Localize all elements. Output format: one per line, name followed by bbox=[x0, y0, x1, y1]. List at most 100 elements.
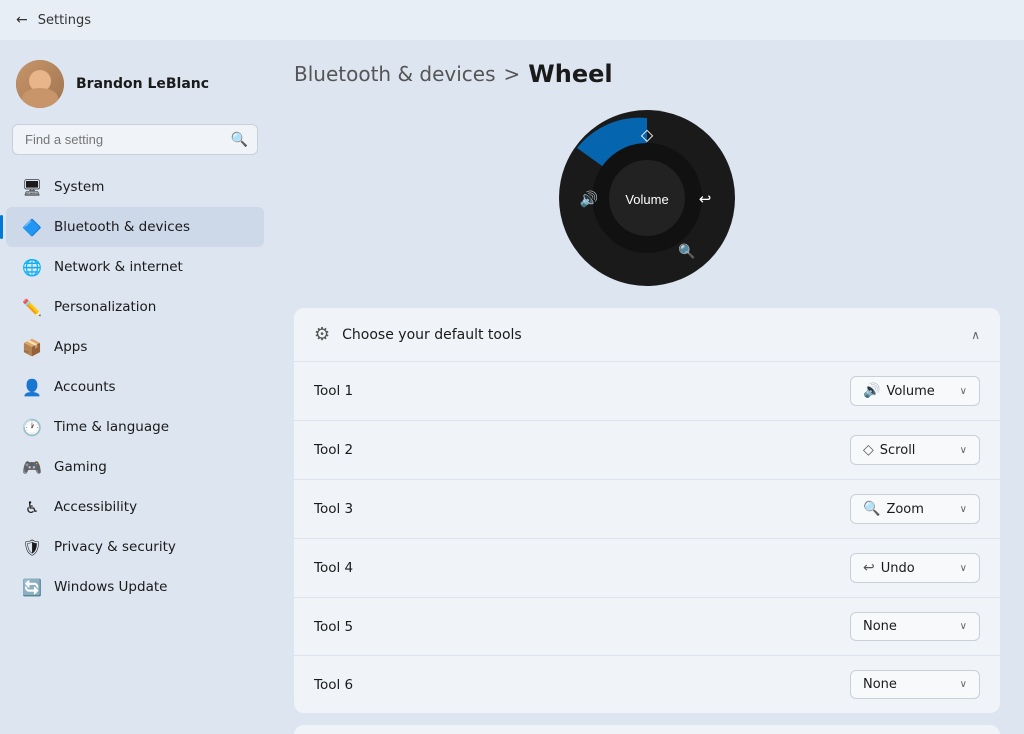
tool-4-select-inner: ↩ Undo bbox=[863, 560, 915, 576]
tool-2-label: Tool 2 bbox=[314, 442, 353, 458]
sidebar-item-apps[interactable]: 📦 Apps bbox=[6, 327, 264, 367]
tool-6-select[interactable]: None ∨ bbox=[850, 670, 980, 699]
sidebar-label-system: System bbox=[54, 179, 104, 195]
tools-card-header[interactable]: ⚙ Choose your default tools ∧ bbox=[294, 308, 1000, 361]
tool-5-label: Tool 5 bbox=[314, 619, 353, 635]
tool-4-chevron: ∨ bbox=[960, 563, 967, 574]
svg-text:🔍: 🔍 bbox=[678, 242, 695, 260]
sidebar-label-network: Network & internet bbox=[54, 259, 183, 275]
main-layout: Brandon LeBlanc 🔍 🖥 System 🔷 Bluetooth &… bbox=[0, 40, 1024, 734]
tool-5-value: None bbox=[863, 619, 897, 634]
tool-4-value: Undo bbox=[881, 561, 915, 576]
tools-card: ⚙ Choose your default tools ∧ Tool 1 🔊 V… bbox=[294, 308, 1000, 713]
tool-row-5: Tool 5 None ∨ bbox=[294, 597, 1000, 655]
tool-1-select-inner: 🔊 Volume bbox=[863, 383, 935, 399]
tool-4-label: Tool 4 bbox=[314, 560, 353, 576]
search-icon: 🔍 bbox=[231, 132, 248, 148]
sidebar: Brandon LeBlanc 🔍 🖥 System 🔷 Bluetooth &… bbox=[0, 40, 270, 734]
gaming-icon: 🎮 bbox=[22, 457, 42, 477]
sidebar-item-accessibility[interactable]: ♿ Accessibility bbox=[6, 487, 264, 527]
tool-6-value: None bbox=[863, 677, 897, 692]
personalization-icon: ✏️ bbox=[22, 297, 42, 317]
apps-icon: 📦 bbox=[22, 337, 42, 357]
sidebar-item-personalization[interactable]: ✏️ Personalization bbox=[6, 287, 264, 327]
tool-1-icon: 🔊 bbox=[863, 383, 880, 399]
tool-2-select-inner: ◇ Scroll bbox=[863, 442, 915, 458]
sidebar-item-gaming[interactable]: 🎮 Gaming bbox=[6, 447, 264, 487]
tool-2-icon: ◇ bbox=[863, 442, 874, 458]
tool-row-4: Tool 4 ↩ Undo ∨ bbox=[294, 538, 1000, 597]
tools-header-icon: ⚙ bbox=[314, 324, 330, 345]
content-area: Bluetooth & devices > Wheel Volume ◇ bbox=[270, 40, 1024, 734]
tool-4-select[interactable]: ↩ Undo ∨ bbox=[850, 553, 980, 583]
breadcrumb: Bluetooth & devices > Wheel bbox=[294, 60, 1000, 88]
user-name: Brandon LeBlanc bbox=[76, 76, 209, 92]
tool-2-value: Scroll bbox=[880, 443, 916, 458]
breadcrumb-separator: > bbox=[504, 62, 521, 86]
sidebar-item-windows-update[interactable]: 🔄 Windows Update bbox=[6, 567, 264, 607]
sidebar-item-accounts[interactable]: 👤 Accounts bbox=[6, 367, 264, 407]
bluetooth-icon: 🔷 bbox=[22, 217, 42, 237]
tool-2-select[interactable]: ◇ Scroll ∨ bbox=[850, 435, 980, 465]
sidebar-item-privacy[interactable]: 🛡 Privacy & security bbox=[6, 527, 264, 567]
tool-3-select-inner: 🔍 Zoom bbox=[863, 501, 924, 517]
sidebar-label-accounts: Accounts bbox=[54, 379, 116, 395]
sidebar-item-bluetooth[interactable]: 🔷 Bluetooth & devices bbox=[6, 207, 264, 247]
time-icon: 🕐 bbox=[22, 417, 42, 437]
sidebar-label-time: Time & language bbox=[54, 419, 169, 435]
tool-6-label: Tool 6 bbox=[314, 677, 353, 693]
wheel-svg: Volume ◇ 🔊 ↩ 🔍 bbox=[557, 108, 737, 288]
tool-5-select[interactable]: None ∨ bbox=[850, 612, 980, 641]
vibrate-card: Vibrate wheel when turning On bbox=[294, 725, 1000, 734]
accounts-icon: 👤 bbox=[22, 377, 42, 397]
tool-row-2: Tool 2 ◇ Scroll ∨ bbox=[294, 420, 1000, 479]
sidebar-label-windows-update: Windows Update bbox=[54, 579, 167, 595]
sidebar-label-gaming: Gaming bbox=[54, 459, 107, 475]
user-profile[interactable]: Brandon LeBlanc bbox=[0, 52, 270, 124]
svg-text:Volume: Volume bbox=[625, 192, 668, 207]
title-bar: ← Settings bbox=[0, 0, 1024, 40]
sidebar-label-apps: Apps bbox=[54, 339, 87, 355]
wheel-diagram: Volume ◇ 🔊 ↩ 🔍 bbox=[294, 108, 1000, 288]
tool-4-icon: ↩ bbox=[863, 560, 875, 576]
svg-text:🔊: 🔊 bbox=[580, 189, 599, 208]
tool-3-label: Tool 3 bbox=[314, 501, 353, 517]
back-button[interactable]: ← bbox=[16, 12, 28, 28]
tool-3-value: Zoom bbox=[886, 502, 923, 517]
tool-3-icon: 🔍 bbox=[863, 501, 880, 517]
accessibility-icon: ♿ bbox=[22, 497, 42, 517]
tool-1-select[interactable]: 🔊 Volume ∨ bbox=[850, 376, 980, 406]
search-input[interactable] bbox=[12, 124, 258, 155]
tool-1-chevron: ∨ bbox=[960, 386, 967, 397]
collapse-icon: ∧ bbox=[971, 328, 980, 342]
sidebar-label-privacy: Privacy & security bbox=[54, 539, 176, 555]
sidebar-label-bluetooth: Bluetooth & devices bbox=[54, 219, 190, 235]
sidebar-label-personalization: Personalization bbox=[54, 299, 156, 315]
svg-text:↩: ↩ bbox=[699, 190, 712, 208]
sidebar-item-time[interactable]: 🕐 Time & language bbox=[6, 407, 264, 447]
privacy-icon: 🛡 bbox=[22, 537, 42, 557]
tool-row-6: Tool 6 None ∨ bbox=[294, 655, 1000, 713]
title-bar-title: Settings bbox=[38, 13, 91, 28]
tool-row-3: Tool 3 🔍 Zoom ∨ bbox=[294, 479, 1000, 538]
tools-header-label: Choose your default tools bbox=[342, 327, 522, 343]
tool-row-1: Tool 1 🔊 Volume ∨ bbox=[294, 361, 1000, 420]
tool-5-chevron: ∨ bbox=[960, 621, 967, 632]
sidebar-item-network[interactable]: 🌐 Network & internet bbox=[6, 247, 264, 287]
tool-6-select-inner: None bbox=[863, 677, 897, 692]
tool-1-value: Volume bbox=[886, 384, 934, 399]
tool-6-chevron: ∨ bbox=[960, 679, 967, 690]
sidebar-item-system[interactable]: 🖥 System bbox=[6, 167, 264, 207]
windows-update-icon: 🔄 bbox=[22, 577, 42, 597]
tools-header-left: ⚙ Choose your default tools bbox=[314, 324, 522, 345]
breadcrumb-parent: Bluetooth & devices bbox=[294, 62, 496, 86]
sidebar-label-accessibility: Accessibility bbox=[54, 499, 137, 515]
system-icon: 🖥 bbox=[22, 177, 42, 197]
page-title: Wheel bbox=[528, 60, 612, 88]
network-icon: 🌐 bbox=[22, 257, 42, 277]
tools-card-body: Tool 1 🔊 Volume ∨ Tool 2 ◇ bbox=[294, 361, 1000, 713]
tool-3-select[interactable]: 🔍 Zoom ∨ bbox=[850, 494, 980, 524]
tool-2-chevron: ∨ bbox=[960, 445, 967, 456]
tool-3-chevron: ∨ bbox=[960, 504, 967, 515]
search-box: 🔍 bbox=[12, 124, 258, 155]
